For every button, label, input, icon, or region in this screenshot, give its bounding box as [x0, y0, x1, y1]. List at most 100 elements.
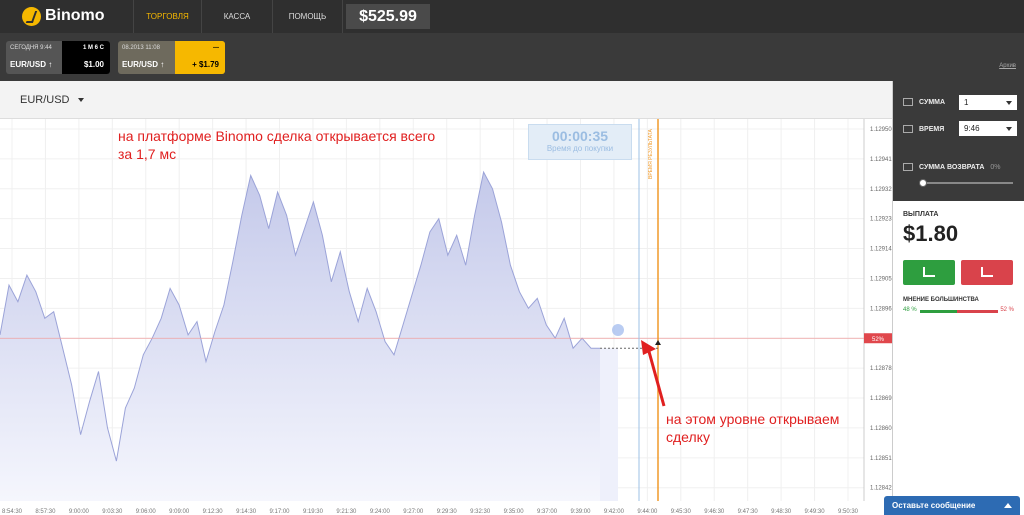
y-tick-label: 1.12905: [870, 276, 892, 282]
x-tick-label: 9:29:30: [437, 509, 458, 515]
x-tick-label: 9:37:00: [537, 509, 558, 515]
x-tick-label: 9:14:30: [236, 509, 257, 515]
x-tick-label: 9:49:30: [805, 509, 826, 515]
archive-link[interactable]: Архив: [999, 63, 1016, 69]
x-tick-label: 9:24:00: [370, 509, 391, 515]
x-tick-label: 9:32:30: [470, 509, 491, 515]
time-row: ВРЕМЯ: [903, 125, 944, 133]
x-tick-label: 9:27:00: [403, 509, 424, 515]
x-tick-label: 9:00:00: [69, 509, 90, 515]
clock-icon: [903, 125, 913, 133]
asset-select-value: EUR/USD: [20, 94, 70, 106]
x-tick-label: 9:03:30: [102, 509, 123, 515]
trade-pair: EUR/USD ↑: [122, 60, 165, 69]
trade-amount: + $1.79: [192, 60, 219, 69]
trade-panel: СУММА 1 ВРЕМЯ 9:46 СУММА ВОЗВРАТА 0% ВЫП…: [892, 81, 1024, 515]
asset-select[interactable]: EUR/USD: [20, 94, 84, 106]
chevron-up-icon: [1004, 503, 1012, 508]
trade-card[interactable]: 08.2013 11:08 EUR/USD ↑ — + $1.79: [118, 41, 225, 74]
call-button[interactable]: [903, 260, 955, 285]
trade-pair: EUR/USD ↑: [10, 60, 53, 69]
x-tick-label: 9:09:00: [169, 509, 190, 515]
time-value: 9:46: [964, 124, 980, 133]
return-slider-track[interactable]: [923, 182, 1013, 184]
x-tick-label: 9:19:30: [303, 509, 324, 515]
return-icon: [903, 163, 913, 171]
y-tick-label: 1.12923: [870, 217, 892, 223]
y-tick-label: 1.12860: [870, 426, 892, 432]
expiry-marker: [655, 340, 661, 345]
x-tick-label: 9:21:30: [336, 509, 357, 515]
balance-display: $525.99: [346, 4, 430, 29]
y-tick-label: 1.12851: [870, 456, 892, 462]
y-tick-label: 1.12914: [870, 247, 892, 253]
logo[interactable]: Binomo: [22, 6, 105, 26]
y-tick-label: 1.12932: [870, 187, 892, 193]
logo-text: Binomo: [45, 7, 105, 24]
price-area-tail: [600, 348, 618, 501]
chevron-down-icon: [77, 98, 84, 103]
trade-term: —: [213, 45, 219, 51]
y-tick-label: 1.12869: [870, 396, 892, 402]
asset-bar: EUR/USD: [0, 81, 892, 119]
x-tick-label: 9:35:00: [504, 509, 525, 515]
trade-date: СЕГОДНЯ 9:44: [10, 45, 52, 51]
return-value: 0%: [990, 163, 1001, 171]
price-area: [0, 172, 600, 501]
price-chart-svg: 8:54:30 8:57:30 9:00:00 9:03:30 9:06:00 9:09:…: [0, 119, 892, 515]
x-tick-label: 9:50:30: [838, 509, 859, 515]
nav-cash[interactable]: КАССА: [201, 0, 272, 33]
purchase-timer: 00:00:35 Время до покупки: [528, 124, 632, 160]
amount-select[interactable]: 1: [959, 95, 1017, 110]
time-select[interactable]: 9:46: [959, 121, 1017, 136]
x-tick-label: 9:42:00: [604, 509, 625, 515]
majority-bar-fill: [920, 310, 958, 313]
x-tick-label: 9:44:00: [637, 509, 658, 515]
amount-value: 1: [964, 98, 969, 107]
payout-label: ВЫПЛАТА: [903, 211, 939, 218]
y-tick-label: 1.12842: [870, 486, 892, 492]
time-label: ВРЕМЯ: [919, 125, 945, 133]
y-tick-label: 1.12878: [870, 366, 892, 372]
nav-help[interactable]: ПОМОЩЬ: [272, 0, 343, 33]
y-tick-label: 1.12896: [870, 306, 892, 312]
trade-card[interactable]: СЕГОДНЯ 9:44 EUR/USD ↑ 1 М 6 С $1.00: [6, 41, 110, 74]
chevron-down-icon: [1006, 127, 1012, 131]
x-tick-label: 9:45:30: [671, 509, 692, 515]
nav-trade[interactable]: ТОРГОВЛЯ: [133, 0, 201, 33]
chart-down-icon: [981, 267, 993, 277]
y-tick-label: 1.12941: [870, 157, 892, 163]
amount-label: СУММА: [919, 98, 946, 106]
x-tick-label: 9:12:30: [203, 509, 224, 515]
put-button[interactable]: [961, 260, 1013, 285]
timer-value: 00:00:35: [551, 128, 609, 144]
return-slider-handle[interactable]: [919, 179, 927, 187]
payout-value: $1.80: [903, 221, 959, 246]
majority-bar: [920, 310, 998, 313]
annotation-arrow: [646, 347, 666, 407]
binomo-logo-icon: [22, 6, 41, 26]
x-tick-label: 9:17:00: [270, 509, 291, 515]
x-tick-label: 8:57:30: [35, 509, 56, 515]
y-tick-label: 1.12950: [870, 127, 892, 133]
majority-down: 52 %: [1000, 307, 1014, 313]
amount-row: СУММА: [903, 98, 945, 106]
return-label: СУММА ВОЗВРАТА: [919, 163, 985, 171]
current-level-label: 52%: [872, 337, 885, 343]
expiry-label: ВРЕМЯ РЕЗУЛЬТАТА: [648, 129, 654, 179]
coins-icon: [903, 98, 913, 106]
timer-label: Время до покупки: [546, 144, 614, 153]
annotation-bottom: на этом уровне открываем сделку: [666, 411, 840, 445]
chat-button[interactable]: Оставьте сообщение: [884, 496, 1020, 515]
top-bar: Binomo ТОРГОВЛЯ КАССА ПОМОЩЬ $525.99: [0, 0, 1024, 33]
x-tick-label: 9:06:00: [136, 509, 157, 515]
panel-settings: СУММА 1 ВРЕМЯ 9:46 СУММА ВОЗВРАТА 0%: [893, 81, 1024, 201]
chat-label: Оставьте сообщение: [892, 501, 976, 510]
price-chart[interactable]: 8:54:30 8:57:30 9:00:00 9:03:30 9:06:00 9:09:…: [0, 119, 892, 515]
trades-bar: СЕГОДНЯ 9:44 EUR/USD ↑ 1 М 6 С $1.00 08.…: [0, 33, 1024, 81]
chevron-down-icon: [1006, 101, 1012, 105]
x-tick-label: 9:46:30: [704, 509, 725, 515]
return-row: СУММА ВОЗВРАТА 0%: [903, 163, 1001, 171]
annotation-top: на платформе Binomo сделка открывается в…: [118, 128, 436, 162]
x-tick-label: 9:39:00: [570, 509, 591, 515]
